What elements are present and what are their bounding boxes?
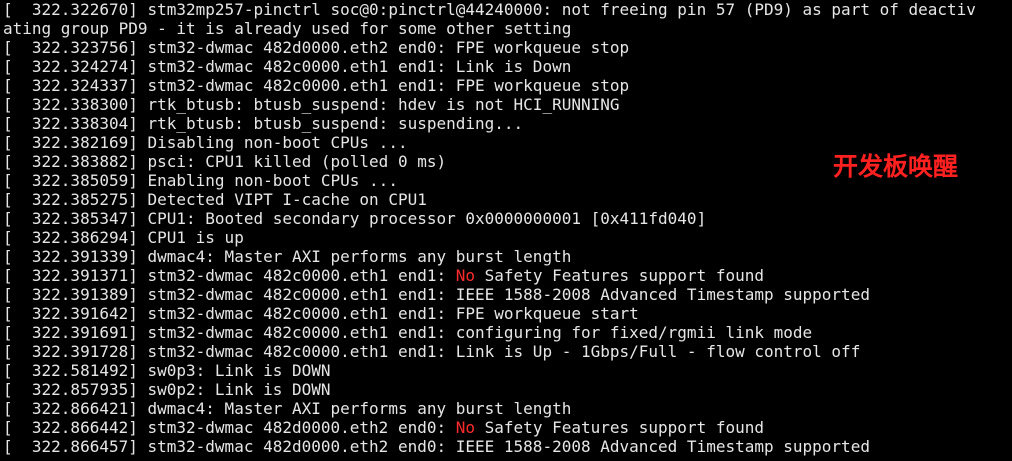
line-text: [ 322.866421] dwmac4: Master AXI perform… bbox=[3, 399, 572, 418]
line-text: [ 322.385059] Enabling non-boot CPUs ... bbox=[3, 171, 398, 190]
terminal-line: [ 322.385275] Detected VIPT I-cache on C… bbox=[3, 190, 1012, 209]
terminal-line: [ 322.391691] stm32-dwmac 482c0000.eth1 … bbox=[3, 323, 1012, 342]
terminal-line: [ 322.323756] stm32-dwmac 482d0000.eth2 … bbox=[3, 38, 1012, 57]
terminal-line: [ 322.581492] sw0p3: Link is DOWN bbox=[3, 361, 1012, 380]
line-text: Safety Features support found bbox=[475, 418, 764, 437]
terminal-line: [ 322.391642] stm32-dwmac 482c0000.eth1 … bbox=[3, 304, 1012, 323]
line-text: [ 322.323756] stm32-dwmac 482d0000.eth2 … bbox=[3, 38, 630, 57]
line-text: ating group PD9 - it is already used for… bbox=[3, 19, 572, 38]
terminal-line: [ 322.324274] stm32-dwmac 482c0000.eth1 … bbox=[3, 57, 1012, 76]
terminal-line: [ 322.385347] CPU1: Booted secondary pro… bbox=[3, 209, 1012, 228]
line-text: [ 322.385275] Detected VIPT I-cache on C… bbox=[3, 190, 427, 209]
line-text: [ 322.391691] stm32-dwmac 482c0000.eth1 … bbox=[3, 323, 813, 342]
line-text: [ 322.338304] rtk_btusb: btusb_suspend: … bbox=[3, 114, 524, 133]
terminal-line: [ 322.338300] rtk_btusb: btusb_suspend: … bbox=[3, 95, 1012, 114]
line-text: [ 322.385347] CPU1: Booted secondary pro… bbox=[3, 209, 707, 228]
line-text: [ 322.386294] CPU1 is up bbox=[3, 228, 244, 247]
terminal-line: [ 322.382169] Disabling non-boot CPUs ..… bbox=[3, 133, 1012, 152]
terminal-line: ating group PD9 - it is already used for… bbox=[3, 19, 1012, 38]
terminal-line: [ 322.324337] stm32-dwmac 482c0000.eth1 … bbox=[3, 76, 1012, 95]
line-text: [ 322.391728] stm32-dwmac 482c0000.eth1 … bbox=[3, 342, 861, 361]
line-text: [ 322.866442] stm32-dwmac 482d0000.eth2 … bbox=[3, 418, 456, 437]
line-text: [ 322.391389] stm32-dwmac 482c0000.eth1 … bbox=[3, 285, 870, 304]
line-text: [ 322.322670] stm32mp257-pinctrl soc@0:p… bbox=[3, 0, 976, 19]
highlighted-word: No bbox=[455, 418, 476, 437]
line-text: [ 322.866457] stm32-dwmac 482d0000.eth2 … bbox=[3, 437, 870, 456]
terminal-window[interactable]: [ 322.322670] stm32mp257-pinctrl soc@0:p… bbox=[0, 0, 1012, 461]
terminal-line: [ 322.391389] stm32-dwmac 482c0000.eth1 … bbox=[3, 285, 1012, 304]
line-text: [ 322.382169] Disabling non-boot CPUs ..… bbox=[3, 133, 408, 152]
line-text: [ 322.338300] rtk_btusb: btusb_suspend: … bbox=[3, 95, 620, 114]
line-text: [ 322.324274] stm32-dwmac 482c0000.eth1 … bbox=[3, 57, 572, 76]
line-text: [ 322.391642] stm32-dwmac 482c0000.eth1 … bbox=[3, 304, 639, 323]
terminal-line: [ 322.391339] dwmac4: Master AXI perform… bbox=[3, 247, 1012, 266]
terminal-line: [ 322.866442] stm32-dwmac 482d0000.eth2 … bbox=[3, 418, 1012, 437]
terminal-line: [ 322.866421] dwmac4: Master AXI perform… bbox=[3, 399, 1012, 418]
line-text: [ 322.857935] sw0p2: Link is DOWN bbox=[3, 380, 331, 399]
line-text: [ 322.581492] sw0p3: Link is DOWN bbox=[3, 361, 331, 380]
terminal-line: [ 322.857935] sw0p2: Link is DOWN bbox=[3, 380, 1012, 399]
terminal-line: [ 322.322670] stm32mp257-pinctrl soc@0:p… bbox=[3, 0, 1012, 19]
terminal-output: [ 322.322670] stm32mp257-pinctrl soc@0:p… bbox=[3, 0, 1012, 456]
terminal-line: [ 322.386294] CPU1 is up bbox=[3, 228, 1012, 247]
highlighted-word: No bbox=[455, 266, 476, 285]
terminal-line: [ 322.391728] stm32-dwmac 482c0000.eth1 … bbox=[3, 342, 1012, 361]
line-text: [ 322.383882] psci: CPU1 killed (polled … bbox=[3, 152, 447, 171]
line-text: [ 322.391339] dwmac4: Master AXI perform… bbox=[3, 247, 572, 266]
line-text: [ 322.324337] stm32-dwmac 482c0000.eth1 … bbox=[3, 76, 630, 95]
line-text: Safety Features support found bbox=[475, 266, 764, 285]
annotation-label: 开发板唤醒 bbox=[833, 152, 959, 181]
terminal-line: [ 322.338304] rtk_btusb: btusb_suspend: … bbox=[3, 114, 1012, 133]
terminal-line: [ 322.391371] stm32-dwmac 482c0000.eth1 … bbox=[3, 266, 1012, 285]
terminal-line: [ 322.866457] stm32-dwmac 482d0000.eth2 … bbox=[3, 437, 1012, 456]
line-text: [ 322.391371] stm32-dwmac 482c0000.eth1 … bbox=[3, 266, 456, 285]
